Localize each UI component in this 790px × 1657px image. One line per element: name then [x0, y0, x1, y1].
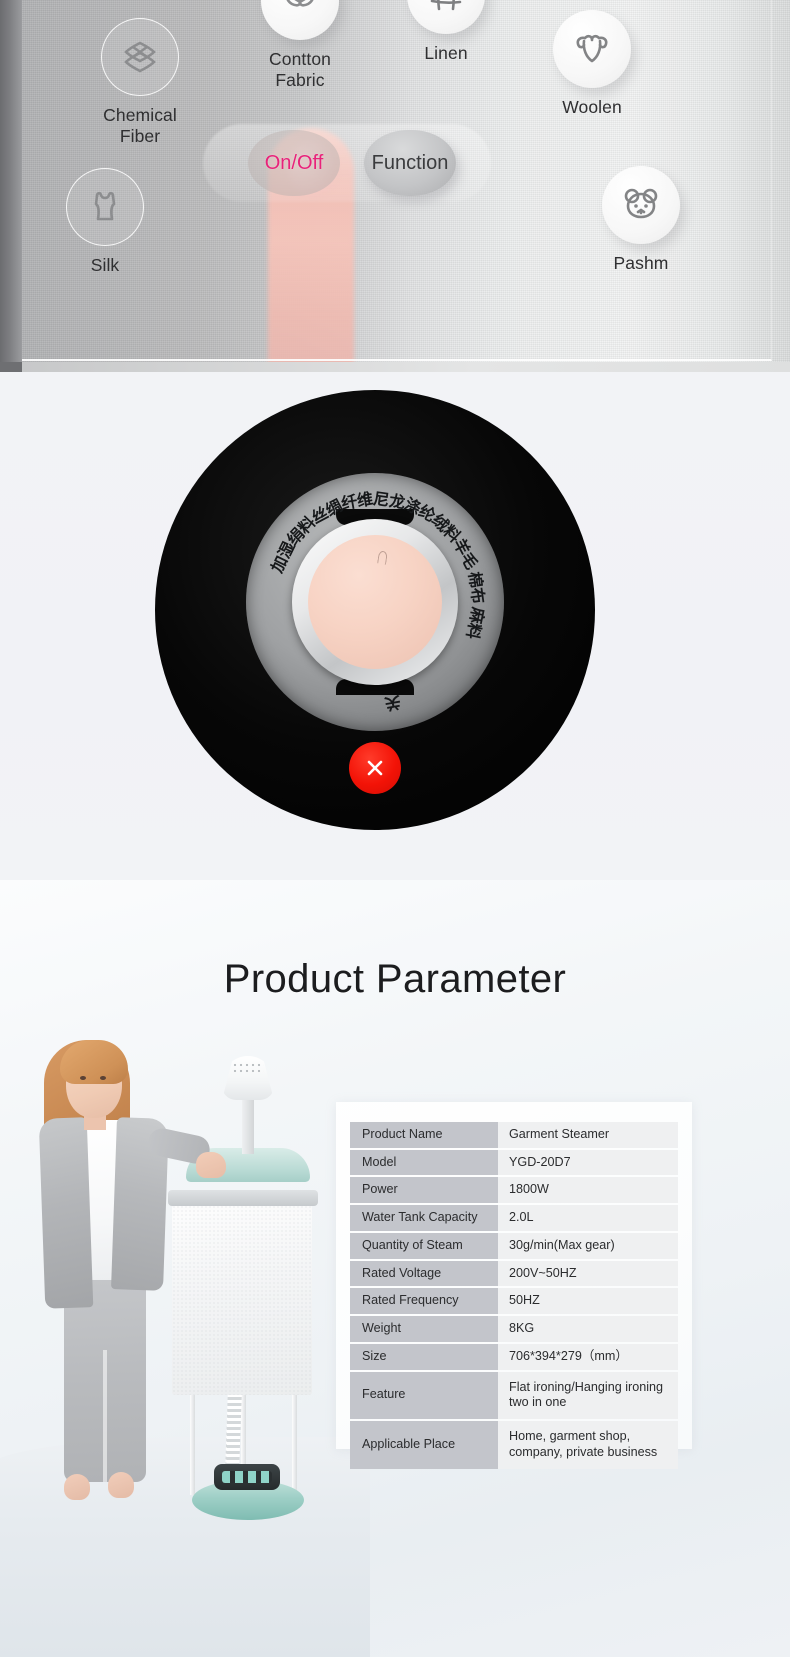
steamer-leg-left [190, 1385, 195, 1495]
steamer-top-bar [168, 1190, 318, 1206]
steamer-base-buttons [222, 1471, 272, 1483]
model-eye-right [100, 1076, 106, 1080]
dial-knob[interactable] [308, 535, 442, 669]
dial-label: 棉布 [464, 570, 489, 605]
dial-selector-ring[interactable]: 加湿 绢料 丝绸 纤维 尼龙 涤纶 绒料 羊毛 棉布 麻料关 [246, 473, 504, 731]
table-row: Power 1800W [350, 1177, 678, 1204]
spec-value: YGD-20D7 [498, 1149, 678, 1176]
product-parameter-section: Product Parameter Product Name Garment St… [0, 880, 790, 1657]
spec-value: 50HZ [498, 1288, 678, 1315]
spec-key: Weight [350, 1316, 498, 1342]
spec-key: Rated Frequency [350, 1288, 498, 1315]
spec-value: 706*394*279（mm） [498, 1343, 678, 1370]
spec-value: 8KG [498, 1316, 678, 1342]
model-eye-left [80, 1076, 86, 1080]
spec-value: 200V~50HZ [498, 1260, 678, 1287]
table-row: Feature Flat ironing/Hanging ironing two … [350, 1371, 678, 1420]
spec-key: Feature [350, 1371, 498, 1420]
table-row: Product Name Garment Steamer [350, 1122, 678, 1148]
spec-key: Size [350, 1343, 498, 1370]
power-x-icon[interactable] [349, 742, 401, 794]
control-panel-photo: Chemical Fiber Contton Fabric Linen Wool… [0, 0, 790, 372]
steamer-ironing-board [172, 1205, 312, 1395]
table-row: Model YGD-20D7 [350, 1149, 678, 1176]
panel-inner-frame [22, 0, 772, 361]
spec-value: Home, garment shop, company, private bus… [498, 1421, 678, 1469]
steamer-leg-right [292, 1385, 297, 1495]
steamer-pole [242, 1092, 254, 1154]
spec-key: Water Tank Capacity [350, 1205, 498, 1231]
board-texture [172, 1205, 312, 1395]
table-row: Rated Frequency 50HZ [350, 1288, 678, 1315]
model-hair-front [60, 1040, 128, 1084]
spec-value: 30g/min(Max gear) [498, 1232, 678, 1259]
spec-panel: Product Name Garment Steamer Model YGD-20D7… [336, 1102, 692, 1469]
steamer-head-holes [232, 1062, 264, 1074]
spec-value: Garment Steamer [498, 1122, 678, 1148]
table-row: Water Tank Capacity 2.0L [350, 1205, 678, 1231]
model-foot-right [108, 1472, 134, 1498]
table-row: Quantity of Steam 30g/min(Max gear) [350, 1232, 678, 1259]
model-jacket-left [38, 1117, 94, 1309]
table-row: Rated Voltage 200V~50HZ [350, 1260, 678, 1287]
spec-key: Power [350, 1177, 498, 1204]
model-foot-left [64, 1474, 90, 1500]
spec-key: Product Name [350, 1122, 498, 1148]
spec-key: Rated Voltage [350, 1260, 498, 1287]
dial-body: 加湿 绢料 丝绸 纤维 尼龙 涤纶 绒料 羊毛 棉布 麻料关 [155, 390, 595, 830]
spec-key: Model [350, 1149, 498, 1176]
model-trousers-seam [103, 1350, 107, 1482]
dial-knob-pointer [376, 550, 388, 565]
table-row: Applicable Place Home, garment shop, comp… [350, 1421, 678, 1469]
spec-value: 1800W [498, 1177, 678, 1204]
spec-value: 2.0L [498, 1205, 678, 1231]
page-title: Product Parameter [223, 957, 567, 1001]
dial-photo-section: 加湿 绢料 丝绸 纤维 尼龙 涤纶 绒料 羊毛 棉布 麻料关 [0, 372, 790, 880]
photo-floor [0, 1437, 370, 1657]
model-hand [196, 1152, 226, 1178]
product-detail-page: Chemical Fiber Contton Fabric Linen Wool… [0, 0, 790, 1657]
spec-key: Applicable Place [350, 1421, 498, 1469]
spec-key: Quantity of Steam [350, 1232, 498, 1259]
table-row: Weight 8KG [350, 1316, 678, 1342]
panel-bottom-strip [0, 362, 790, 372]
spec-value: Flat ironing/Hanging ironing two in one [498, 1371, 678, 1420]
dial-knob-ring [292, 519, 458, 685]
dial-label: 麻料 [462, 605, 488, 641]
panel-left-edge [0, 0, 22, 372]
spec-table: Product Name Garment Steamer Model YGD-20D7… [350, 1120, 678, 1471]
dial-label: 关 [383, 692, 403, 714]
table-row: Size 706*394*279（mm） [350, 1343, 678, 1370]
